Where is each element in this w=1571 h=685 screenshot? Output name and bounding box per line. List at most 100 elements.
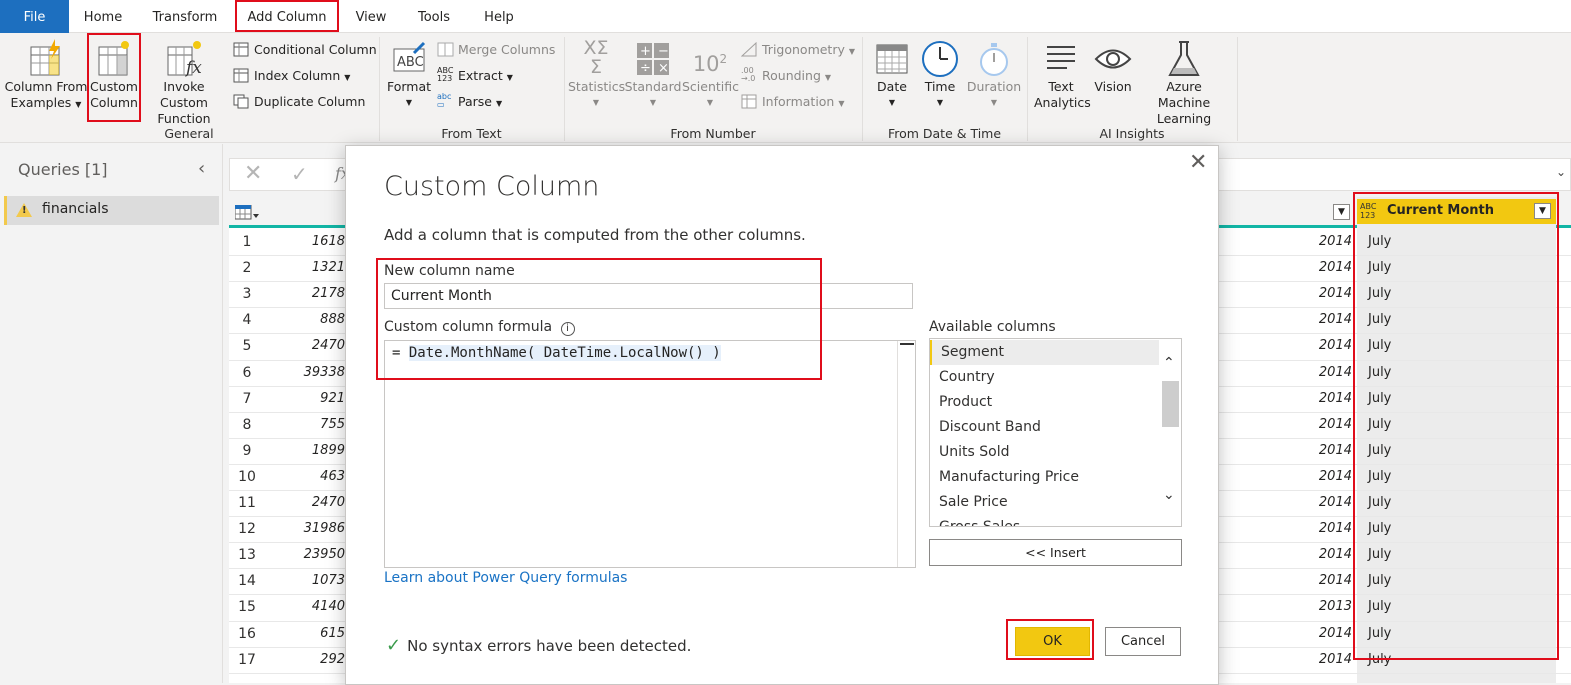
- group-label-from-number: From Number: [670, 126, 756, 141]
- rounding-button[interactable]: .00 →.0 Rounding ▼: [741, 66, 831, 86]
- tab-home[interactable]: Home: [78, 0, 128, 33]
- invoke-custom-function-button[interactable]: fx Invoke Custom Function: [139, 39, 229, 127]
- statistics-button[interactable]: XΣ Σ Statistics ▼: [568, 39, 625, 111]
- current-month-header[interactable]: ABC 123 Current Month ▼: [1357, 199, 1556, 224]
- scroll-up-icon[interactable]: ⌃: [1163, 355, 1175, 371]
- trigonometry-button[interactable]: Trigonometry ▼: [741, 40, 855, 60]
- information-button[interactable]: Information ▼: [741, 92, 845, 112]
- table-cell: 2014: [1318, 338, 1352, 354]
- available-column-item[interactable]: Country: [930, 365, 1160, 390]
- learn-formulas-link[interactable]: Learn about Power Query formulas: [384, 570, 627, 586]
- commit-check-icon[interactable]: ✓: [291, 162, 308, 186]
- available-column-item[interactable]: Manufacturing Price: [930, 465, 1160, 490]
- format-button[interactable]: ABC Format ▼: [385, 39, 433, 111]
- available-column-item[interactable]: Discount Band: [930, 415, 1160, 440]
- insert-button[interactable]: << Insert: [929, 539, 1182, 566]
- standard-label: Standard: [624, 79, 682, 94]
- table-cell: 2014: [1318, 364, 1352, 380]
- duration-button[interactable]: Duration ▼: [966, 39, 1022, 111]
- index-column-icon: [233, 68, 249, 83]
- text-analytics-button[interactable]: Text Analytics: [1034, 39, 1091, 111]
- tab-tools[interactable]: Tools: [412, 0, 456, 33]
- type-badge-icon[interactable]: ABC 123: [1360, 202, 1376, 220]
- close-icon[interactable]: ✕: [1189, 150, 1207, 175]
- index-column-button[interactable]: Index Column ▼: [233, 66, 350, 86]
- current-month-cell: July: [1368, 521, 1392, 537]
- new-column-name-input[interactable]: Current Month: [384, 283, 913, 309]
- row-number: 1: [242, 234, 252, 250]
- custom-column-button[interactable]: Custom Column: [89, 39, 139, 111]
- extract-button[interactable]: ABC 123 Extract ▼: [437, 66, 513, 86]
- trigonometry-icon: [741, 42, 757, 57]
- column-filter-button[interactable]: ▼: [1333, 204, 1350, 220]
- syntax-status: ✓ No syntax errors have been detected.: [386, 635, 691, 656]
- table-cell: 2014: [1318, 442, 1352, 458]
- expand-chevron-icon[interactable]: ⌄: [1556, 165, 1566, 179]
- column-from-examples-button[interactable]: Column From Examples ▼: [4, 39, 88, 113]
- query-item-financials[interactable]: ! financials: [4, 196, 219, 225]
- table-cell: 1073: [311, 573, 345, 589]
- collapse-chevron-icon[interactable]: ‹: [198, 158, 205, 179]
- ribbon: Column From Examples ▼ Custom Column fx …: [0, 33, 1571, 143]
- table-cell: 23950: [303, 547, 345, 563]
- time-button[interactable]: Time ▼: [918, 39, 962, 111]
- scientific-button[interactable]: 102 Scientific ▼: [682, 39, 740, 111]
- available-column-item[interactable]: Units Sold: [930, 440, 1160, 465]
- vision-button[interactable]: Vision: [1090, 39, 1136, 95]
- current-month-cell: July: [1368, 338, 1392, 354]
- conditional-column-label: Conditional Column: [254, 42, 377, 57]
- standard-operators-icon: + − ÷ ×: [637, 43, 669, 76]
- available-column-item[interactable]: Gross Sales: [930, 515, 1160, 526]
- information-label: Information: [762, 94, 835, 109]
- cancel-x-icon[interactable]: ✕: [244, 161, 262, 186]
- cancel-button[interactable]: Cancel: [1105, 627, 1181, 656]
- tab-add-column[interactable]: Add Column: [235, 0, 339, 32]
- index-column-label: Index Column: [254, 68, 341, 83]
- tab-transform[interactable]: Transform: [147, 0, 223, 33]
- tab-view[interactable]: View: [350, 0, 392, 33]
- current-month-header-label: Current Month: [1387, 203, 1495, 218]
- available-columns-scrollbar[interactable]: ⌃ ⌄: [1159, 339, 1181, 526]
- azure-ml-label-1: Azure Machine: [1157, 79, 1211, 110]
- dropdown-caret-icon: ▼: [592, 98, 600, 107]
- info-icon[interactable]: i: [560, 322, 575, 336]
- table-cell: 2014: [1318, 312, 1352, 328]
- formula-scrollbar[interactable]: [897, 341, 915, 567]
- available-columns-list[interactable]: Segment Country Product Discount Band Units …: [929, 338, 1182, 527]
- duplicate-column-icon: [233, 94, 249, 109]
- eye-icon: [1094, 49, 1132, 69]
- scientific-label: Scientific: [682, 79, 740, 94]
- dropdown-caret-icon: ▼: [848, 47, 856, 56]
- parse-button[interactable]: abc ▭ Parse ▼: [437, 92, 502, 112]
- column-filter-button[interactable]: ▼: [1534, 203, 1551, 219]
- scroll-down-icon[interactable]: ⌄: [1163, 487, 1175, 503]
- time-label: Time: [924, 79, 956, 94]
- available-column-item[interactable]: Segment: [930, 340, 1160, 365]
- current-month-cell: July: [1368, 390, 1392, 406]
- vision-label: Vision: [1094, 79, 1132, 94]
- available-column-item[interactable]: Sale Price: [930, 490, 1160, 515]
- scroll-thumb[interactable]: [1162, 381, 1179, 427]
- merge-columns-button[interactable]: Merge Columns: [437, 40, 555, 60]
- formula-editor[interactable]: = Date.MonthName( DateTime.LocalNow() ): [384, 340, 916, 568]
- row-number: 12: [238, 521, 256, 538]
- table-cell: 1618: [311, 234, 345, 249]
- standard-button[interactable]: + − ÷ × Standard ▼: [624, 39, 682, 111]
- selection-bar: [4, 196, 7, 225]
- tab-help[interactable]: Help: [478, 0, 520, 33]
- duplicate-column-label: Duplicate Column: [254, 94, 366, 109]
- date-button[interactable]: Date ▼: [870, 39, 914, 111]
- table-menu-icon[interactable]: [235, 205, 259, 221]
- tab-file[interactable]: File: [0, 0, 69, 33]
- conditional-column-button[interactable]: Conditional Column: [233, 40, 377, 60]
- current-month-cell: July: [1368, 573, 1392, 589]
- ok-button[interactable]: OK: [1015, 627, 1090, 656]
- available-columns-label: Available columns: [929, 319, 1056, 335]
- azure-ml-button[interactable]: Azure Machine Learning: [1140, 39, 1228, 127]
- available-column-item[interactable]: Product: [930, 390, 1160, 415]
- current-month-cell: July: [1368, 442, 1392, 458]
- conditional-column-icon: [233, 42, 249, 57]
- format-label: Format: [386, 79, 432, 94]
- duplicate-column-button[interactable]: Duplicate Column: [233, 92, 365, 112]
- column-from-examples-label-1: Column From: [4, 79, 88, 94]
